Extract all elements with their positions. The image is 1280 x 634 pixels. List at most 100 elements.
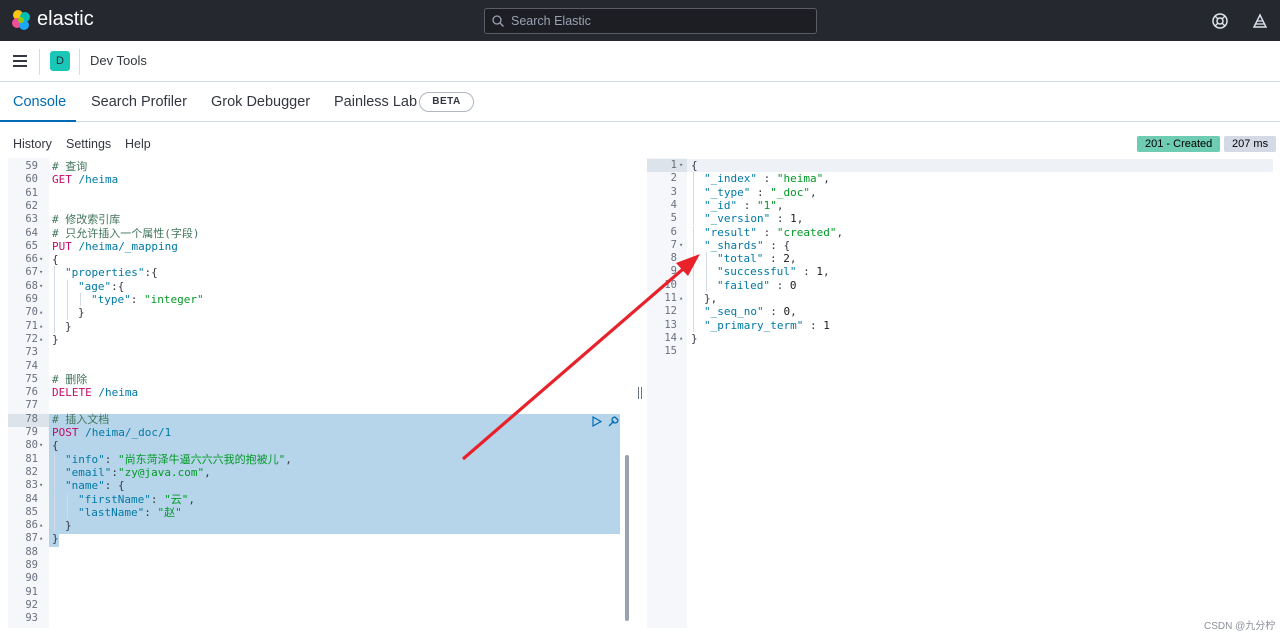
help-icon[interactable]	[1211, 12, 1229, 30]
indent-guide	[54, 279, 55, 293]
request-line[interactable]: 80 ▾ {	[8, 439, 620, 452]
elastic-logo-icon[interactable]	[10, 9, 32, 31]
request-editor[interactable]: 59 # 查询 60 GET /heima 61 62 63 # 修改索引库 64 # 只允许插入…	[8, 158, 633, 628]
fold-open-icon[interactable]: ▾	[679, 239, 683, 252]
request-line[interactable]: 76 DELETE /heima	[8, 386, 620, 399]
settings-link[interactable]: Settings	[66, 137, 111, 151]
indent-guide	[693, 185, 694, 199]
request-line[interactable]: 65 PUT /heima/_mapping	[8, 240, 620, 253]
fold-open-icon[interactable]: ▾	[39, 439, 43, 452]
help-link[interactable]: Help	[125, 137, 151, 151]
code-text: "email":"zy@java.com",	[65, 465, 211, 479]
response-line[interactable]: 8 "total" : 2,	[647, 252, 1273, 266]
request-line[interactable]: 75 # 删除	[8, 373, 620, 386]
tab-console[interactable]: Console	[13, 94, 66, 110]
history-link[interactable]: History	[13, 137, 52, 151]
response-line[interactable]: 3 "_type" : "_doc",	[647, 185, 1273, 199]
request-line[interactable]: 67 ▾ "properties":{	[8, 266, 620, 280]
request-line[interactable]: 85 "lastName": "赵"	[8, 505, 620, 520]
request-line[interactable]: 68 ▾ "age":{	[8, 279, 620, 293]
fold-open-icon[interactable]: ▾	[39, 253, 43, 266]
fold-close-icon[interactable]: ▴	[39, 333, 43, 346]
response-line[interactable]: 15	[647, 345, 1273, 358]
indent-guide	[54, 492, 55, 506]
line-number: 59	[25, 160, 38, 172]
request-line[interactable]: 86 ▴}	[8, 519, 620, 533]
request-line[interactable]: 93	[8, 612, 620, 625]
request-line[interactable]: 83 ▾ "name": {	[8, 479, 620, 493]
request-line[interactable]: 66 ▾ {	[8, 253, 620, 266]
request-line[interactable]: 79 POST /heima/_doc/1	[8, 426, 620, 439]
request-line[interactable]: 77	[8, 399, 620, 412]
request-line[interactable]: 82 "email":"zy@java.com",	[8, 465, 620, 480]
fold-close-icon[interactable]: ▴	[679, 332, 683, 345]
request-line[interactable]: 74	[8, 360, 620, 373]
fold-open-icon[interactable]: ▾	[39, 266, 43, 279]
request-line[interactable]: 81 "info": "尚东菏泽牛逼六六六我的抱被儿",	[8, 452, 620, 466]
response-line[interactable]: 1 ▾ {	[647, 159, 1273, 172]
tab-painless-lab[interactable]: Painless Lab	[334, 94, 417, 110]
request-line[interactable]: 72 ▴}	[8, 333, 620, 346]
request-line[interactable]: 87 ▴}	[8, 532, 620, 545]
indent-guide	[54, 505, 55, 520]
tab-search-profiler[interactable]: Search Profiler	[91, 94, 187, 110]
response-line[interactable]: 4 "_id" : "1",	[647, 198, 1273, 213]
line-number: 80	[25, 439, 38, 452]
indent-guide	[67, 293, 68, 307]
request-line[interactable]: 60 GET /heima	[8, 173, 620, 186]
response-line[interactable]: 14 ▴}	[647, 332, 1273, 345]
request-line[interactable]: 59 # 查询	[8, 160, 620, 173]
response-line[interactable]: 7 ▾ "_shards" : {	[647, 238, 1273, 253]
fold-close-icon[interactable]: ▴	[39, 519, 43, 532]
request-line[interactable]: 92	[8, 599, 620, 612]
global-search[interactable]: Search Elastic	[484, 8, 817, 34]
fold-close-icon[interactable]: ▴	[39, 532, 43, 545]
response-line[interactable]: 2 "_index" : "heima",	[647, 172, 1273, 186]
space-avatar[interactable]: D	[50, 51, 70, 71]
fold-close-icon[interactable]: ▴	[679, 292, 683, 305]
fold-open-icon[interactable]: ▾	[679, 159, 683, 172]
request-line[interactable]: 91	[8, 586, 620, 599]
response-line[interactable]: 6 "result" : "created",	[647, 225, 1273, 239]
fold-open-icon[interactable]: ▾	[39, 280, 43, 293]
request-line[interactable]: 88	[8, 546, 620, 559]
code-text: "failed" : 0	[717, 278, 797, 292]
fold-open-icon[interactable]: ▾	[39, 479, 43, 492]
request-line[interactable]: 73	[8, 346, 620, 359]
response-line[interactable]: 11 ▴},	[647, 292, 1273, 306]
wrench-icon[interactable]	[607, 415, 620, 428]
brand-name[interactable]: elastic	[37, 8, 94, 31]
line-number: 1	[670, 159, 677, 171]
breadcrumb-dev-tools[interactable]: Dev Tools	[90, 53, 147, 68]
request-line[interactable]: 62	[8, 200, 620, 213]
code-text: # 修改索引库	[52, 213, 121, 227]
response-line[interactable]: 12 "_seq_no" : 0,	[647, 305, 1273, 319]
request-line[interactable]: 90	[8, 572, 620, 585]
response-line[interactable]: 10 "failed" : 0	[647, 278, 1273, 292]
request-line[interactable]: 78 # 插入文档	[8, 413, 620, 426]
panel-resizer-handle[interactable]	[637, 387, 643, 399]
newsfeed-icon[interactable]	[1251, 12, 1269, 30]
request-line[interactable]: 89	[8, 559, 620, 572]
request-line[interactable]: 63 # 修改索引库	[8, 213, 620, 226]
request-line[interactable]: 61	[8, 187, 620, 200]
line-number: 7	[670, 238, 677, 251]
request-line[interactable]: 70 ▴}	[8, 306, 620, 320]
menu-toggle-icon[interactable]	[13, 55, 27, 67]
request-line[interactable]: 71 ▴}	[8, 319, 620, 333]
response-line[interactable]: 5 "_version" : 1,	[647, 212, 1273, 226]
request-line[interactable]: 84 "firstName": "云",	[8, 492, 620, 506]
response-line[interactable]: 13 "_primary_term" : 1	[647, 318, 1273, 332]
indent-guide	[54, 479, 55, 493]
indent-guide	[693, 278, 694, 292]
tab-grok-debugger[interactable]: Grok Debugger	[211, 94, 310, 110]
request-scrollbar[interactable]	[625, 455, 629, 621]
send-request-icon[interactable]	[592, 416, 602, 427]
request-line[interactable]: 69 "type": "integer"	[8, 293, 620, 307]
fold-close-icon[interactable]: ▴	[39, 320, 43, 333]
response-editor[interactable]: 1 ▾{2 "_index" : "heima", 3 "_type" : "_doc"…	[647, 158, 1273, 628]
response-line[interactable]: 9 "successful" : 1,	[647, 265, 1273, 279]
fold-close-icon[interactable]: ▴	[39, 306, 43, 319]
line-number: 3	[670, 185, 677, 198]
request-line[interactable]: 64 # 只允许插入一个属性(字段)	[8, 227, 620, 240]
